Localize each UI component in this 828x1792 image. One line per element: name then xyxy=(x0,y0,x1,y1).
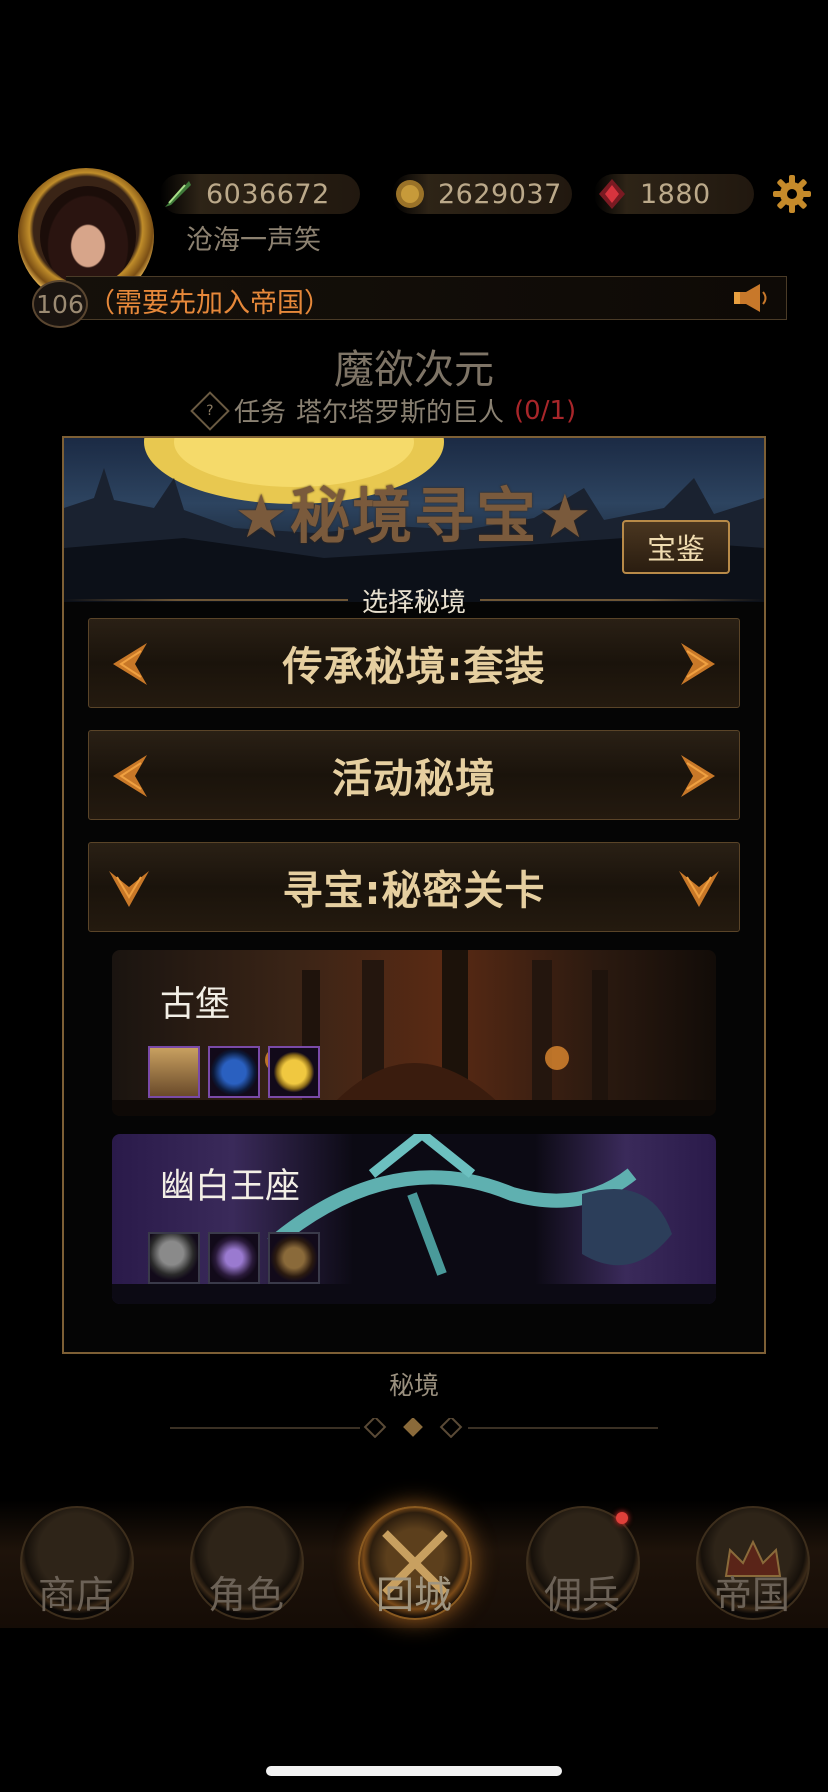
realm-option-label: 活动秘境 xyxy=(332,756,496,802)
level-badge: 106 xyxy=(32,280,88,328)
hooded-hero-portrait-icon[interactable] xyxy=(148,1232,200,1284)
notification-dot xyxy=(616,1512,628,1524)
home-indicator[interactable] xyxy=(266,1766,562,1776)
divider-line xyxy=(480,599,765,601)
red-gem-icon xyxy=(594,176,630,212)
quest-tracker[interactable]: ? 任务 塔尔塔罗斯的巨人 (0/1) xyxy=(190,390,577,431)
realm-card-pale-throne[interactable]: 幽白王座 xyxy=(112,1134,716,1304)
castle-scene xyxy=(112,950,716,1116)
quest-progress: (0/1) xyxy=(514,395,577,426)
arrow-right-icon[interactable] xyxy=(677,641,721,687)
nav-character[interactable]: 角色 xyxy=(184,1500,308,1630)
feather-count: 6036672 xyxy=(206,178,330,210)
nav-label: 商店 xyxy=(37,1573,114,1617)
realm-option-label: 传承秘境:套装 xyxy=(282,644,546,690)
chevron-down-icon[interactable] xyxy=(107,865,151,911)
purple-crystal-icon[interactable] xyxy=(208,1232,260,1284)
nav-label: 佣兵 xyxy=(543,1573,620,1617)
player-name: 沧海一声笑 xyxy=(186,225,321,256)
realm-card-castle[interactable]: 古堡 xyxy=(112,950,716,1116)
nav-label: 角色 xyxy=(207,1573,284,1617)
quest-label: 任务 xyxy=(234,398,287,428)
nav-return-city[interactable]: 回城 xyxy=(352,1500,476,1630)
megaphone-icon[interactable] xyxy=(730,280,770,316)
realm-option-secret-level[interactable]: 寻宝:秘密关卡 xyxy=(88,842,740,932)
feather-quill-icon xyxy=(160,176,196,212)
select-realm-header: 选择秘境 xyxy=(64,582,765,618)
nav-empire[interactable]: 帝国 xyxy=(690,1500,814,1630)
arrow-right-icon[interactable] xyxy=(677,753,721,799)
select-realm-label: 选择秘境 xyxy=(362,587,467,618)
resource-gem: 1880 xyxy=(594,174,754,214)
resource-feather: 6036672 xyxy=(160,174,360,214)
realm-option-event[interactable]: 活动秘境 xyxy=(88,730,740,820)
treasure-guide-button[interactable]: 宝鉴 xyxy=(622,520,730,574)
arrow-left-icon[interactable] xyxy=(107,641,151,687)
question-icon: ? xyxy=(190,390,230,431)
guild-notice: （需要先加入帝国） xyxy=(88,288,331,319)
realm-option-label: 寻宝:秘密关卡 xyxy=(282,868,546,914)
avatar[interactable] xyxy=(40,186,136,286)
realm-option-inheritance[interactable]: 传承秘境:套装 xyxy=(88,618,740,708)
divider-line xyxy=(64,599,348,601)
chevron-down-icon[interactable] xyxy=(677,865,721,911)
nav-label: 回城 xyxy=(375,1573,452,1617)
scroll-map-icon[interactable] xyxy=(268,1232,320,1284)
blue-rune-orb-icon[interactable] xyxy=(208,1046,260,1098)
gem-count: 1880 xyxy=(640,178,711,210)
realm-card-name: 古堡 xyxy=(160,985,231,1025)
nav-label: 帝国 xyxy=(713,1573,790,1617)
nav-shop[interactable]: 商店 xyxy=(14,1500,138,1630)
resource-gold: 2629037 xyxy=(392,174,572,214)
page-indicator xyxy=(170,1418,658,1438)
blonde-hero-portrait-icon[interactable] xyxy=(148,1046,200,1098)
gold-count: 2629037 xyxy=(438,178,562,210)
zone-title: 魔欲次元 xyxy=(334,347,494,393)
panel-footer-label: 秘境 xyxy=(388,1371,439,1400)
gold-coin-icon xyxy=(392,176,428,212)
arrow-left-icon[interactable] xyxy=(107,753,151,799)
nav-mercenary[interactable]: 佣兵 xyxy=(520,1500,644,1630)
gold-coin-icon[interactable] xyxy=(268,1046,320,1098)
gear-icon[interactable] xyxy=(772,174,812,214)
quest-name: 塔尔塔罗斯的巨人 xyxy=(296,398,505,428)
realm-card-name: 幽白王座 xyxy=(160,1167,301,1207)
